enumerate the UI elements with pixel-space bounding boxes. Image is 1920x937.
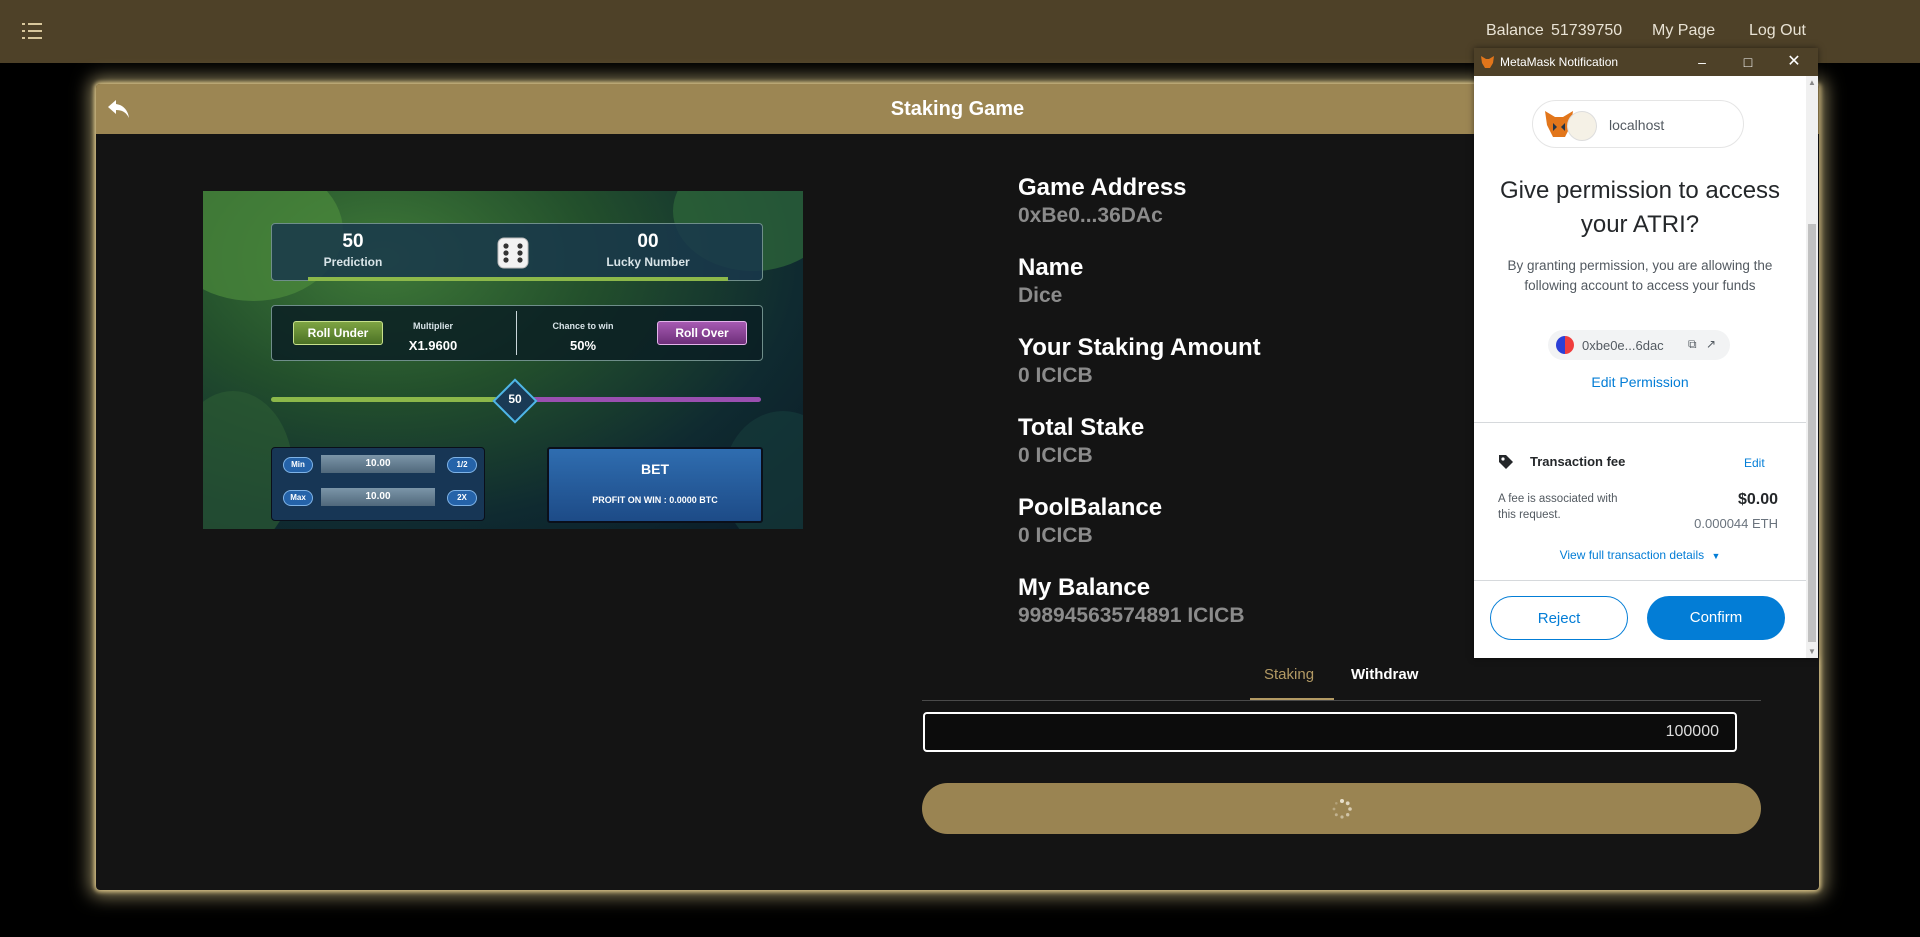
min-button: Min	[283, 457, 313, 473]
name-label: Name	[1018, 254, 1084, 281]
fee-note: A fee is associated with this request.	[1498, 493, 1618, 521]
min-amount: 10.00	[321, 455, 435, 473]
reject-button[interactable]: Reject	[1490, 596, 1628, 640]
scrollbar-thumb[interactable]	[1808, 224, 1816, 642]
staking-amount-input[interactable]	[923, 712, 1737, 752]
view-details-text[interactable]: View full transaction details	[1560, 548, 1705, 562]
fee-divider-bottom	[1474, 580, 1806, 581]
permission-description: By granting permission, you are allowing…	[1507, 258, 1773, 293]
view-details-link[interactable]: View full transaction details ▼	[1474, 548, 1806, 562]
tab-withdraw[interactable]: Withdraw	[1351, 666, 1418, 683]
profit-on-win: PROFIT ON WIN : 0.0000 BTC	[592, 495, 718, 505]
max-button: Max	[283, 490, 313, 506]
tab-staking[interactable]: Staking	[1264, 666, 1314, 683]
dice-icon	[497, 237, 529, 269]
tag-icon	[1499, 455, 1513, 469]
menu-list-icon[interactable]	[22, 22, 42, 40]
game-address-label: Game Address	[1018, 174, 1187, 201]
chevron-down-icon[interactable]: ▼	[1711, 551, 1720, 561]
roll-divider	[516, 311, 517, 355]
metamask-popup: MetaMask Notification – □ ✕ ▲ ▼ localhos…	[1474, 48, 1818, 658]
my-balance-label: My Balance	[1018, 574, 1151, 601]
site-origin-pill: localhost	[1532, 100, 1744, 148]
transaction-fee-title: Transaction fee	[1530, 454, 1626, 469]
prediction-underline	[308, 277, 728, 281]
name-value: Dice	[1018, 284, 1063, 307]
roll-under-button: Roll Under	[293, 321, 383, 345]
tab-divider	[922, 700, 1761, 701]
metamask-scrollbar[interactable]: ▲ ▼	[1806, 76, 1818, 658]
account-avatar	[1556, 336, 1574, 354]
metamask-window-title: MetaMask Notification	[1500, 55, 1619, 69]
account-pill: 0xbe0e...6dac ⧉ ↗	[1548, 330, 1730, 360]
lucky-number-value: 00	[637, 231, 659, 252]
your-staking-amount-value: 0 ICICB	[1018, 364, 1093, 387]
metamask-fox-icon	[1481, 56, 1494, 68]
slider-track-right	[521, 397, 761, 402]
total-stake-value: 0 ICICB	[1018, 444, 1093, 467]
double-button: 2X	[447, 490, 477, 506]
fee-eth: 0.000044 ETH	[1694, 516, 1778, 531]
multiplier-value: X1.9600	[408, 338, 458, 353]
max-amount: 10.00	[321, 488, 435, 506]
chance-label: Chance to win	[552, 321, 614, 331]
your-staking-amount-label: Your Staking Amount	[1018, 334, 1261, 361]
balance-value: 51739750	[1551, 22, 1623, 39]
pool-balance-label: PoolBalance	[1018, 494, 1163, 521]
slider-track-left	[271, 397, 511, 402]
close-icon[interactable]: ✕	[1784, 52, 1804, 72]
fee-edit-link[interactable]: Edit	[1744, 456, 1765, 470]
prediction-label: Prediction	[323, 255, 383, 269]
fee-usd: $0.00	[1737, 491, 1778, 508]
total-stake-label: Total Stake	[1018, 414, 1145, 441]
roll-over-button: Roll Over	[657, 321, 747, 345]
balance-label: Balance	[1486, 22, 1544, 39]
permission-heading: Give permission to access your ATRI?	[1499, 177, 1781, 238]
copy-icon[interactable]: ⧉	[1688, 337, 1697, 352]
multiplier-label: Multiplier	[413, 321, 453, 331]
site-favicon-icon	[1567, 111, 1597, 141]
game-address-value: 0xBe0...36DAc	[1018, 204, 1163, 227]
site-origin: localhost	[1609, 117, 1665, 133]
chance-value: 50%	[569, 338, 597, 353]
my-page-link[interactable]: My Page	[1652, 22, 1715, 40]
metamask-titlebar: MetaMask Notification – □ ✕	[1474, 48, 1818, 76]
fee-divider-top	[1474, 422, 1806, 423]
slider-value: 50	[508, 392, 522, 406]
my-balance-value: 99894563574891 ICICB	[1018, 604, 1245, 627]
lucky-number-label: Lucky Number	[606, 255, 690, 269]
account-address: 0xbe0e...6dac	[1582, 338, 1664, 353]
prediction-value: 50	[342, 231, 364, 252]
log-out-link[interactable]: Log Out	[1749, 22, 1806, 40]
bet-panel	[547, 447, 763, 523]
confirm-button[interactable]: Confirm	[1647, 596, 1785, 640]
pool-balance-value: 0 ICICB	[1018, 524, 1093, 547]
maximize-icon[interactable]: □	[1738, 52, 1758, 72]
external-link-icon[interactable]: ↗	[1706, 337, 1716, 351]
game-preview-image: 50 Prediction 00 Lucky Number Roll Under…	[203, 191, 803, 529]
bet-label: BET	[641, 461, 669, 477]
half-button: 1/2	[447, 457, 477, 473]
stake-submit-button[interactable]	[922, 783, 1761, 834]
edit-permission-link[interactable]: Edit Permission	[1474, 374, 1806, 390]
loading-spinner-icon	[1332, 799, 1352, 819]
minimize-icon[interactable]: –	[1692, 52, 1712, 72]
